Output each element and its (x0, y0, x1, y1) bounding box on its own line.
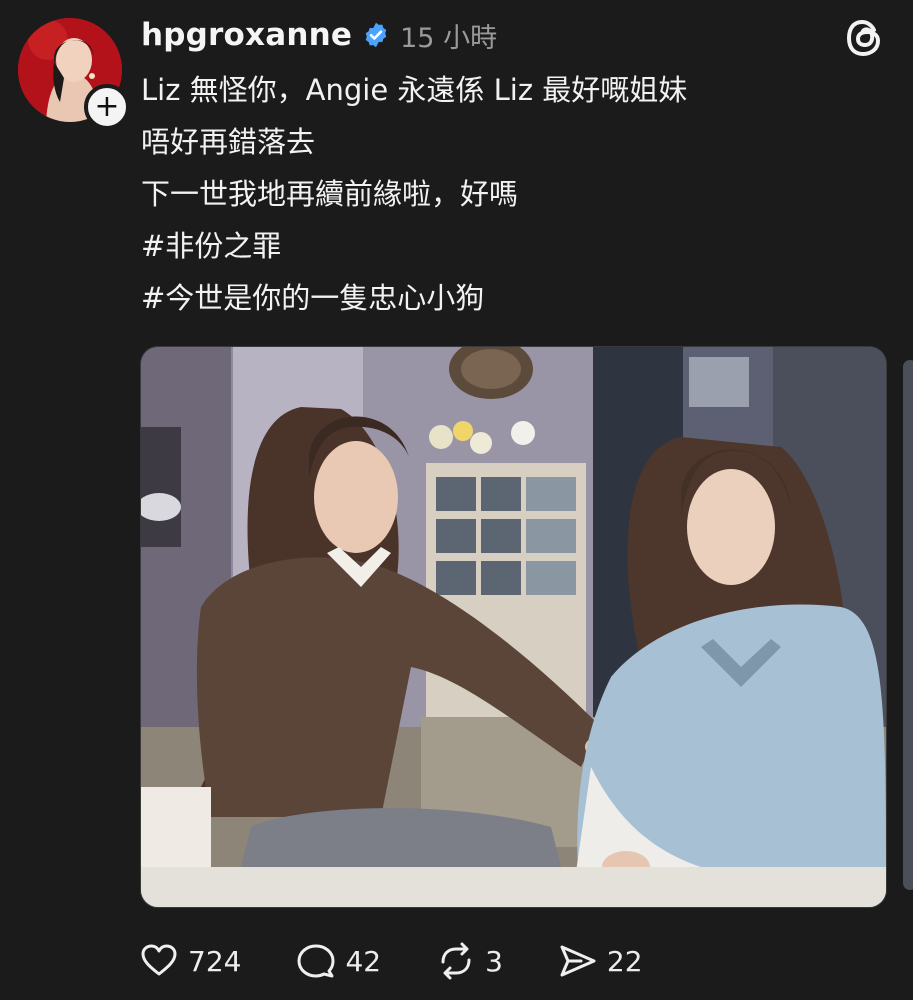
verified-badge-icon (362, 21, 390, 49)
threads-post: + hpgroxanne 15 小時 Liz 無怪你，Angie 永遠係 Liz… (0, 0, 913, 1000)
post-header: hpgroxanne 15 小時 (141, 12, 497, 58)
comment-button[interactable]: 42 (295, 940, 381, 982)
like-button[interactable]: 724 (138, 940, 241, 982)
comment-bubble-icon (297, 944, 335, 978)
repost-count: 3 (485, 944, 503, 978)
like-count: 724 (188, 944, 242, 978)
hashtag-link[interactable]: #非份之罪 (141, 220, 881, 272)
scene-illustration (141, 347, 886, 907)
post-timestamp: 15 小時 (400, 22, 498, 54)
username[interactable]: hpgroxanne (141, 17, 352, 53)
send-icon (560, 945, 596, 977)
follow-button[interactable]: + (84, 84, 130, 130)
next-image-peek[interactable] (903, 360, 913, 890)
post-actions: 724 42 3 22 (138, 936, 697, 986)
heart-icon (141, 944, 177, 976)
repost-icon (441, 942, 471, 980)
share-count: 22 (606, 944, 643, 978)
threads-logo-icon[interactable] (843, 16, 887, 60)
plus-icon: + (94, 89, 120, 124)
caption-line: 唔好再錯落去 (141, 125, 316, 159)
caption-line: 下一世我地再續前緣啦，好嗎 (141, 177, 519, 211)
hashtag-link[interactable]: #今世是你的一隻忠心小狗 (141, 272, 881, 324)
post-image[interactable] (140, 346, 887, 908)
repost-button[interactable]: 3 (435, 940, 503, 982)
share-button[interactable]: 22 (557, 940, 643, 982)
avatar-container: + (18, 18, 130, 130)
comment-count: 42 (345, 944, 382, 978)
post-caption: Liz 無怪你，Angie 永遠係 Liz 最好嘅姐妹 唔好再錯落去 下一世我地… (141, 64, 881, 324)
caption-line: Liz 無怪你，Angie 永遠係 Liz 最好嘅姐妹 (141, 73, 688, 107)
